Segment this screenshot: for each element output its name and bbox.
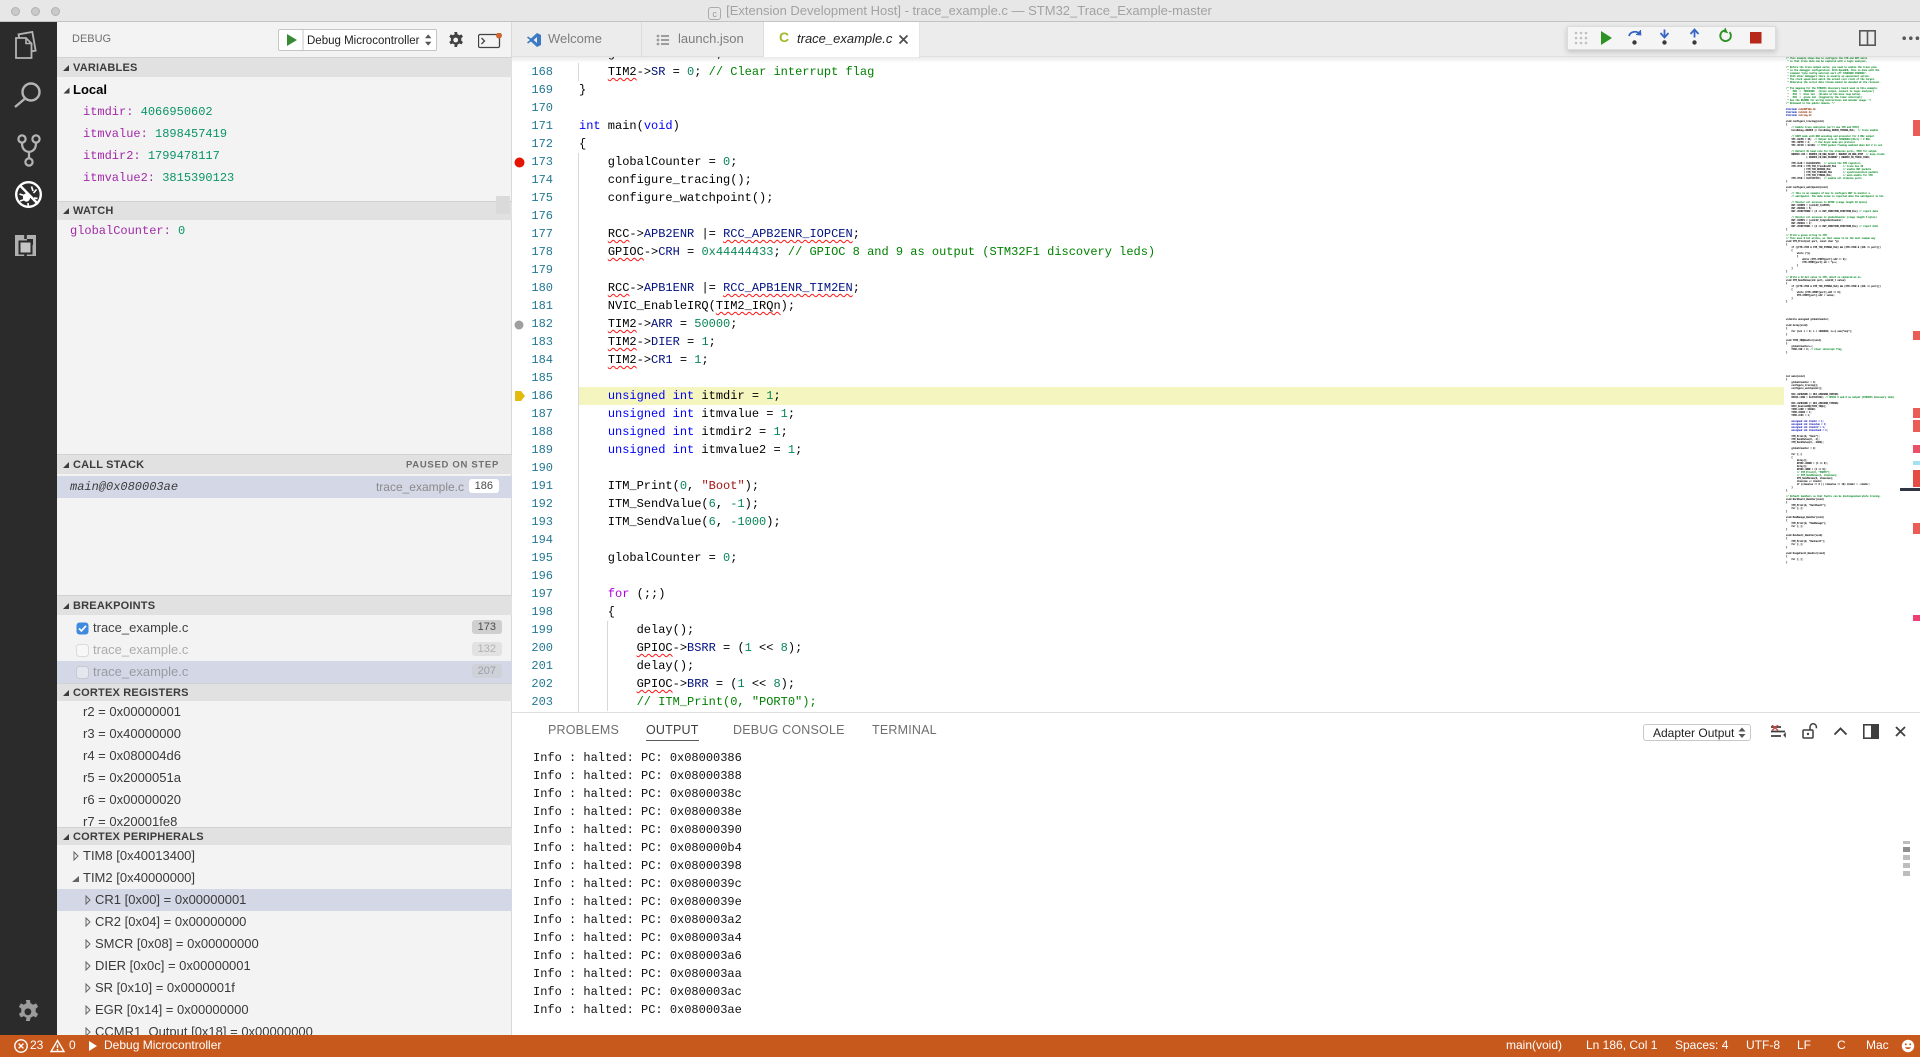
svg-text:Debug Microcontroller: Debug Microcontroller bbox=[307, 35, 420, 47]
